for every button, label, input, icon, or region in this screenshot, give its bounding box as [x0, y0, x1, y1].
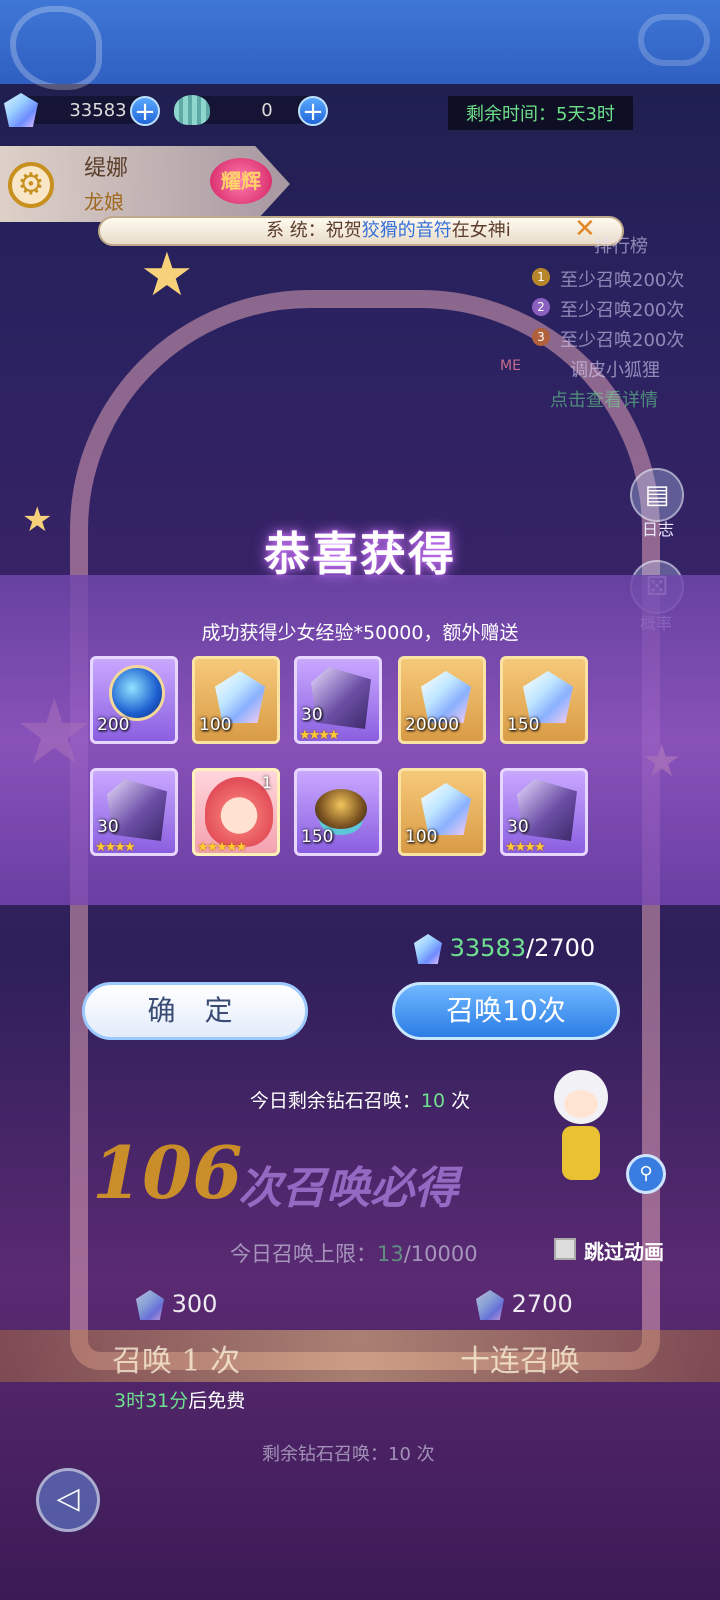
- golden-egg-icon: [315, 789, 367, 829]
- reward-quantity: 150: [507, 715, 540, 735]
- rarity-stars: ★★★★★: [197, 840, 247, 855]
- today-count: 10: [420, 1090, 446, 1112]
- reward-item[interactable]: 150: [294, 768, 382, 856]
- reward-item[interactable]: 200: [90, 656, 178, 744]
- me-label: ME: [500, 358, 521, 374]
- reward-quantity: 150: [301, 827, 334, 847]
- gem-icon: [136, 1290, 164, 1320]
- reward-quantity: 30: [97, 817, 119, 837]
- reward-item[interactable]: 30 ★★★★: [500, 768, 588, 856]
- add-gem-button[interactable]: +: [130, 96, 160, 126]
- top-banner: [0, 0, 720, 90]
- balance-need: /2700: [526, 934, 596, 962]
- reward-item[interactable]: 30 ★★★★: [294, 656, 382, 744]
- gem-icon: [414, 934, 442, 964]
- ranking-entry: 至少召唤200次: [560, 270, 685, 291]
- reward-quantity: 20000: [405, 715, 460, 735]
- reward-quantity: 30: [301, 705, 323, 725]
- announcement-player: 狡猾的音符: [361, 220, 452, 241]
- today-suffix: 次: [445, 1090, 471, 1112]
- character-title: 龙娘: [84, 190, 124, 214]
- reward-quantity: 100: [405, 827, 438, 847]
- banner-ornament: [10, 6, 102, 90]
- skip-animation-checkbox[interactable]: [554, 1238, 576, 1260]
- limit-total: /10000: [403, 1242, 478, 1266]
- cost-single: 300: [136, 1290, 217, 1320]
- chibi-character: [540, 1050, 620, 1190]
- balance-have: 33583: [449, 934, 526, 962]
- summon-ten-button[interactable]: 十连召唤: [460, 1336, 580, 1380]
- limit-used: 13: [377, 1242, 404, 1266]
- free-timer: 3时31分后免费: [114, 1386, 245, 1413]
- reward-quantity: 1: [261, 773, 272, 792]
- summon-bar: [0, 1330, 720, 1382]
- limit-prefix: 今日召唤上限：: [230, 1242, 377, 1266]
- back-button[interactable]: ◁: [36, 1468, 100, 1532]
- ranking-entry: 至少召唤200次: [560, 300, 685, 321]
- modal-title: 恭喜获得: [264, 527, 456, 581]
- gem-icon: [476, 1290, 504, 1320]
- free-time: 3时31分: [114, 1390, 189, 1412]
- rank-2-icon: 2: [532, 298, 550, 316]
- confirm-button[interactable]: 确 定: [82, 982, 308, 1040]
- search-icon[interactable]: ⚲: [626, 1154, 666, 1194]
- reward-item[interactable]: 150: [500, 656, 588, 744]
- cost-ten-value: 2700: [511, 1290, 573, 1318]
- free-suffix: 后免费: [188, 1390, 246, 1412]
- remaining-summons: 剩余钻石召唤：10 次: [262, 1444, 435, 1465]
- announcement-prefix: 系 统：祝贺: [266, 220, 362, 241]
- orb-icon: [109, 665, 165, 721]
- cost-single-value: 300: [171, 1290, 218, 1318]
- system-announcement: 系 统：祝贺狡猾的音符在女神i: [98, 216, 624, 246]
- ranking-details-link[interactable]: 点击查看详情: [550, 386, 658, 412]
- ranking-entry: 至少召唤200次: [560, 330, 685, 351]
- add-shell-button[interactable]: +: [298, 96, 328, 126]
- summon-10-button[interactable]: 召唤10次: [392, 982, 620, 1040]
- gear-icon[interactable]: ⚙: [8, 162, 54, 208]
- shell-icon: [174, 95, 210, 125]
- reward-item[interactable]: 20000: [398, 656, 486, 744]
- gem-icon: [4, 93, 38, 127]
- guarantee-text: 次召唤必得: [238, 1163, 458, 1214]
- reward-item[interactable]: 30 ★★★★: [90, 768, 178, 856]
- reward-item[interactable]: 100: [398, 768, 486, 856]
- rarity-stars: ★★★★: [299, 728, 340, 743]
- skip-animation-label[interactable]: 跳过动画: [584, 1236, 664, 1265]
- rank-3-icon: 3: [532, 328, 550, 346]
- remaining-time: 剩余时间：5天3时: [448, 96, 633, 130]
- rank-1-icon: 1: [532, 268, 550, 286]
- reward-item[interactable]: 1 ★★★★★: [192, 768, 280, 856]
- modal-subtitle: 成功获得少女经验*50000，额外赠送: [201, 622, 519, 644]
- character-name: 缇娜: [84, 156, 129, 181]
- rank-badge: 耀辉: [210, 158, 272, 204]
- cost-ten: 2700: [476, 1290, 573, 1320]
- reward-quantity: 30: [507, 817, 529, 837]
- rarity-stars: ★★★★: [505, 840, 546, 855]
- back-arrow-icon: ◁: [56, 1481, 80, 1516]
- reward-item[interactable]: 100: [192, 656, 280, 744]
- reward-quantity: 200: [97, 715, 130, 735]
- today-prefix: 今日剩余钻石召唤：: [249, 1090, 421, 1112]
- log-button[interactable]: ▤: [630, 468, 684, 522]
- log-icon: ▤: [644, 480, 670, 510]
- rarity-stars: ★★★★: [95, 840, 136, 855]
- summon-once-button[interactable]: 召唤 1 次: [112, 1336, 240, 1380]
- close-icon[interactable]: ✕: [574, 214, 596, 244]
- ranking-title[interactable]: 排行榜: [594, 232, 648, 258]
- summon-limit: 今日召唤上限：13/10000: [230, 1238, 478, 1268]
- announcement-suffix: 在女神i: [451, 220, 511, 241]
- gem-balance: 33583/2700: [414, 934, 595, 964]
- star-icon: ★: [140, 240, 194, 310]
- banner-ornament: [638, 14, 710, 66]
- ranking-me-entry: 调皮小狐狸: [570, 360, 660, 381]
- guarantee-number: 106: [92, 1130, 243, 1215]
- reward-quantity: 100: [199, 715, 232, 735]
